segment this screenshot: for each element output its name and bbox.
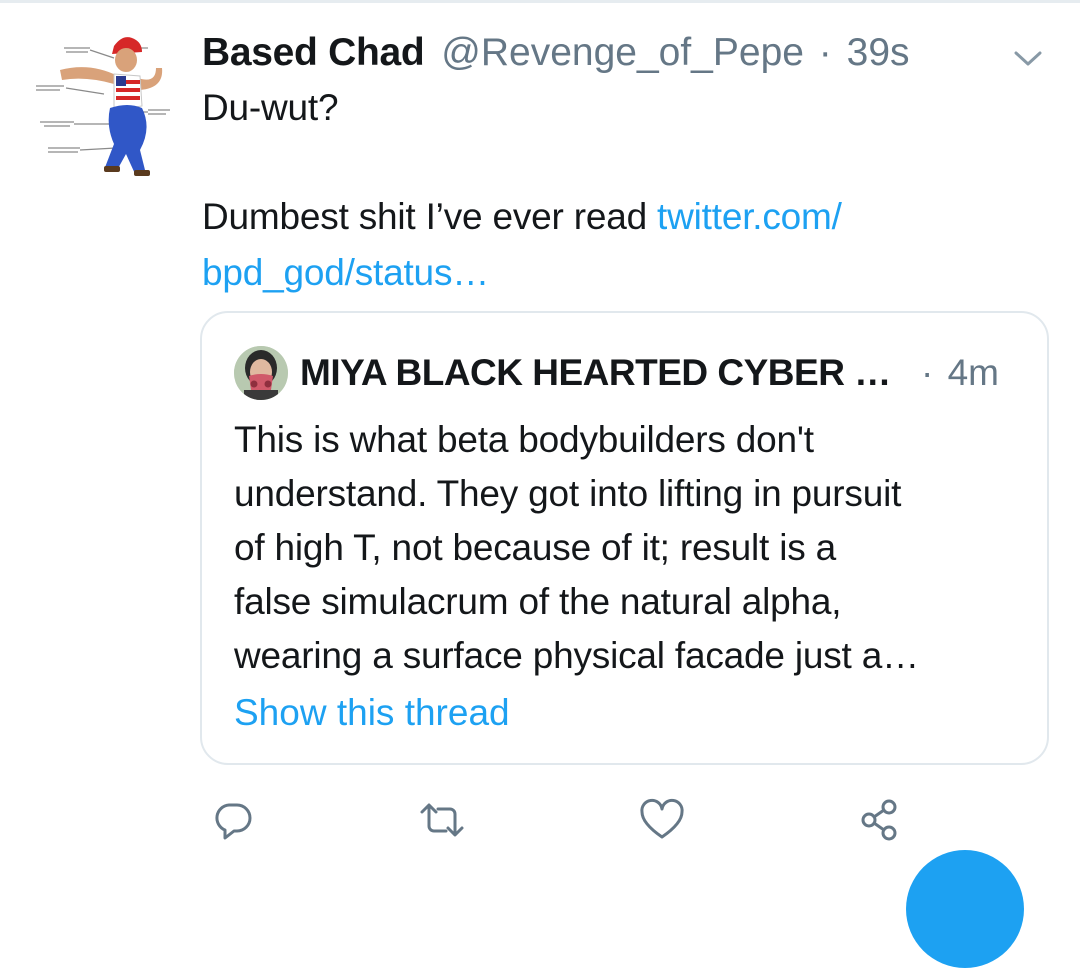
tweet-text-line: bpd_god/status…: [202, 245, 1022, 301]
tweet-link[interactable]: twitter.com/: [657, 196, 842, 237]
paragraph-break: [202, 136, 1022, 189]
top-divider: [0, 0, 1080, 3]
quoted-tweet-card[interactable]: MIYA BLACK HEARTED CYBER … · 4m This is …: [200, 311, 1049, 765]
tweet-text-line: Du-wut?: [202, 87, 339, 128]
heart-icon: [640, 798, 684, 839]
retweet-button[interactable]: [412, 792, 472, 848]
retweet-icon: [420, 803, 464, 837]
share-button[interactable]: [851, 792, 911, 848]
like-button[interactable]: [632, 792, 692, 848]
tweet-text-line: Dumbest shit I’ve ever read twitter.com/: [202, 189, 1022, 245]
quoted-text-line: false simulacrum of the natural alpha,: [234, 581, 842, 622]
share-icon: [861, 799, 897, 841]
quoted-author-name[interactable]: MIYA BLACK HEARTED CYBER …: [300, 352, 891, 393]
reply-button[interactable]: [203, 792, 263, 848]
author-display-name[interactable]: Based Chad: [202, 31, 425, 74]
quoted-text-line: wearing a surface physical facade just a…: [234, 635, 919, 676]
quoted-tweet-header: MIYA BLACK HEARTED CYBER … · 4m: [300, 348, 999, 398]
quoted-tweet-timestamp: 4m: [947, 352, 999, 393]
tweet-text: Du-wut? Dumbest shit I’ve ever read twit…: [202, 80, 1022, 301]
quoted-text-line: This is what beta bodybuilders don't: [234, 419, 814, 460]
tweet-text-fragment: Dumbest shit I’ve ever read: [202, 196, 658, 237]
header-separator: ·: [818, 31, 832, 74]
quoted-author-avatar[interactable]: [234, 346, 288, 400]
compose-tweet-button[interactable]: [906, 850, 1024, 968]
tweet-timestamp[interactable]: 39s: [847, 31, 910, 74]
quoted-text-line: understand. They got into lifting in pur…: [234, 473, 902, 514]
reply-icon: [215, 803, 252, 840]
author-handle[interactable]: @Revenge_of_Pepe: [441, 31, 804, 74]
avatar-illustration: [36, 37, 170, 176]
tweet-link-continued[interactable]: bpd_god/status…: [202, 252, 489, 293]
chevron-down-icon[interactable]: [1008, 44, 1048, 72]
tweet-header: Based Chad @Revenge_of_Pepe · 39s: [202, 28, 910, 78]
tweet-action-bar: [200, 792, 960, 852]
show-thread-link[interactable]: Show this thread: [234, 688, 510, 738]
quoted-header-separator: ·: [920, 352, 934, 393]
quoted-tweet-text: This is what beta bodybuilders don't und…: [234, 413, 1034, 683]
quoted-text-line: of high T, not because of it; result is …: [234, 527, 836, 568]
author-avatar[interactable]: [30, 28, 172, 178]
